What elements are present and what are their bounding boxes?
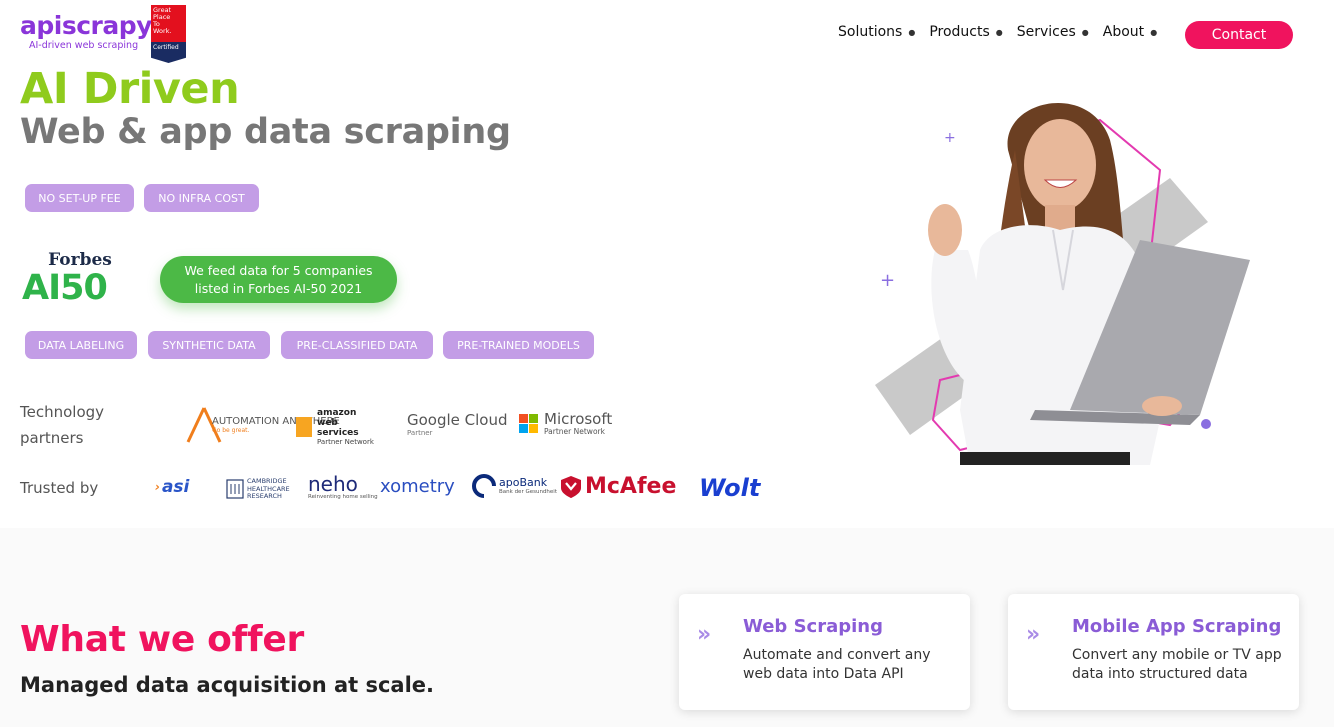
cambridge-icon bbox=[226, 479, 244, 499]
nav-label: Services bbox=[1016, 24, 1076, 40]
hero-woman-laptop-illustration: + + + bbox=[875, 102, 1250, 465]
apobank-icon bbox=[472, 474, 496, 498]
pill-pre-trained-models[interactable]: PRE-TRAINED MODELS bbox=[443, 331, 594, 359]
main-nav: Solutions ● Products ● Services ● About ● bbox=[838, 24, 1171, 40]
double-chevron-right-icon: ›› bbox=[697, 622, 711, 647]
client-mcafee: McAfee bbox=[560, 474, 676, 499]
hero-subtitle: Web & app data scraping bbox=[20, 112, 511, 152]
partner-sub: Partner Network bbox=[544, 427, 605, 436]
nav-label: Solutions bbox=[838, 24, 903, 40]
forbes-callout: We feed data for 5 companies listed in F… bbox=[160, 256, 397, 303]
great-place-to-work-badge: Great Place To Work. Certified bbox=[151, 5, 186, 63]
partner-sub: Partner bbox=[407, 429, 433, 437]
partner-name: amazon web services bbox=[317, 408, 359, 438]
badge-certified: Certified bbox=[153, 44, 179, 51]
nav-services[interactable]: Services ● bbox=[1017, 24, 1089, 40]
dropdown-dot-icon: ● bbox=[1150, 27, 1158, 37]
dropdown-dot-icon: ● bbox=[1081, 27, 1089, 37]
partner-google-cloud: Google Cloud Partner bbox=[407, 411, 508, 438]
badge-line: Work. bbox=[153, 27, 172, 35]
microsoft-icon bbox=[519, 413, 538, 433]
nav-label: Products bbox=[929, 24, 990, 40]
client-name: McAfee bbox=[585, 474, 677, 499]
forbes-ai50-logo: Forbes AI50 bbox=[22, 250, 140, 306]
tech-partners-label: Technology partners bbox=[20, 403, 105, 447]
partner-name: Google Cloud bbox=[407, 411, 508, 429]
card-title: Mobile App Scraping bbox=[1072, 616, 1282, 637]
offer-subtitle: Managed data acquisition at scale. bbox=[20, 673, 435, 697]
client-name: Wolt bbox=[699, 474, 761, 502]
client-cambridge: CAMBRIDGE HEALTHCARE RESEARCH bbox=[226, 477, 297, 501]
sparkle-icon: + bbox=[944, 130, 956, 146]
pill-synthetic-data[interactable]: SYNTHETIC DATA bbox=[148, 331, 270, 359]
client-wolt: Wolt bbox=[699, 474, 760, 502]
dropdown-dot-icon: ● bbox=[908, 27, 916, 37]
forbes-wordmark: Forbes bbox=[48, 250, 112, 270]
client-sub: Bank der Gesundheit bbox=[499, 489, 557, 495]
pill-data-labeling[interactable]: DATA LABELING bbox=[25, 331, 137, 359]
card-description: Automate and convert any web data into D… bbox=[743, 647, 931, 682]
nav-solutions[interactable]: Solutions ● bbox=[838, 24, 915, 40]
client-asi: › asi bbox=[155, 477, 189, 497]
hero-title: AI Driven bbox=[20, 64, 240, 114]
card-web-scraping[interactable]: ›› Web Scraping Automate and convert any… bbox=[679, 594, 970, 710]
forbes-callout-text: We feed data for 5 companies listed in F… bbox=[184, 262, 373, 296]
double-chevron-right-icon: ›› bbox=[1026, 622, 1040, 647]
brand-logo[interactable]: apiscrapy AI-driven web scraping bbox=[20, 11, 152, 52]
ai50-wordmark: AI50 bbox=[22, 268, 108, 308]
pill-pre-classified-data[interactable]: PRE-CLASSIFIED DATA bbox=[281, 331, 433, 359]
card-description: Convert any mobile or TV app data into s… bbox=[1072, 647, 1282, 682]
contact-button[interactable]: Contact bbox=[1185, 21, 1293, 49]
client-name: neho bbox=[308, 472, 358, 496]
offer-title: What we offer bbox=[20, 619, 304, 660]
client-name: CAMBRIDGE HEALTHCARE RESEARCH bbox=[247, 477, 290, 500]
partner-name: Microsoft bbox=[544, 410, 613, 428]
client-name: apoBank bbox=[499, 476, 548, 489]
mcafee-shield-icon bbox=[561, 475, 581, 498]
sparkle-icon: + bbox=[880, 270, 895, 291]
pill-no-setup-fee: NO SET-UP FEE bbox=[25, 184, 134, 212]
client-name: xometry bbox=[380, 476, 455, 497]
client-sub: Reinventing home selling bbox=[308, 494, 378, 500]
aws-icon bbox=[296, 417, 312, 437]
client-xometry: xometry bbox=[380, 476, 455, 497]
card-mobile-app-scraping[interactable]: ›› Mobile App Scraping Convert any mobil… bbox=[1008, 594, 1299, 710]
nav-products[interactable]: Products ● bbox=[929, 24, 1002, 40]
client-apobank: apoBank Bank der Gesundheit bbox=[472, 474, 557, 498]
nav-about[interactable]: About ● bbox=[1103, 24, 1157, 40]
pill-no-infra-cost: NO INFRA COST bbox=[144, 184, 259, 212]
partner-microsoft: Microsoft Partner Network bbox=[519, 411, 612, 436]
partner-sub: Partner Network bbox=[317, 438, 374, 446]
partner-aws: amazon web services Partner Network bbox=[294, 408, 379, 446]
nav-label: About bbox=[1102, 24, 1145, 40]
asi-arrow-icon: › bbox=[155, 480, 160, 494]
card-title: Web Scraping bbox=[743, 616, 883, 637]
client-neho: neho Reinventing home selling bbox=[308, 474, 378, 500]
client-name: asi bbox=[161, 477, 190, 497]
dropdown-dot-icon: ● bbox=[995, 27, 1003, 37]
logo-tagline: AI-driven web scraping bbox=[29, 40, 139, 51]
trusted-by-label: Trusted by bbox=[20, 479, 99, 497]
logo-text: apiscrapy bbox=[20, 11, 152, 40]
